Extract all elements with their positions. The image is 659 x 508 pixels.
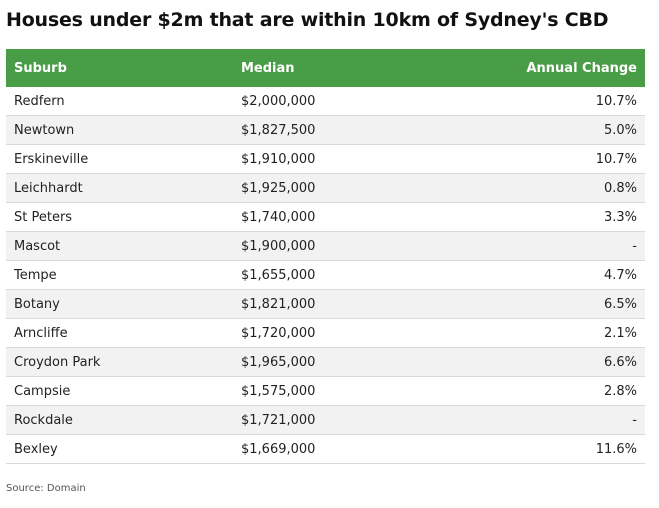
cell-suburb: Newtown	[6, 115, 233, 145]
cell-median: $1,720,000	[233, 318, 453, 348]
cell-annual-change: 6.5%	[453, 289, 645, 319]
table-row: Mascot $1,900,000 -	[6, 231, 645, 261]
table-row: Leichhardt $1,925,000 0.8%	[6, 173, 645, 203]
suburb-price-table: Suburb Median Annual Change Redfern $2,0…	[6, 49, 645, 464]
cell-annual-change: 10.7%	[453, 87, 645, 116]
cell-suburb: Mascot	[6, 231, 233, 261]
cell-annual-change: 3.3%	[453, 202, 645, 232]
header-median: Median	[233, 49, 453, 87]
cell-suburb: St Peters	[6, 202, 233, 232]
table-row: Newtown $1,827,500 5.0%	[6, 115, 645, 145]
cell-annual-change: -	[453, 405, 645, 435]
cell-median: $1,965,000	[233, 347, 453, 377]
cell-median: $1,910,000	[233, 144, 453, 174]
table-row: Croydon Park $1,965,000 6.6%	[6, 347, 645, 377]
cell-median: $1,821,000	[233, 289, 453, 319]
table-header-row: Suburb Median Annual Change	[6, 49, 645, 87]
cell-suburb: Campsie	[6, 376, 233, 406]
cell-suburb: Leichhardt	[6, 173, 233, 203]
cell-median: $1,740,000	[233, 202, 453, 232]
cell-median: $1,900,000	[233, 231, 453, 261]
cell-suburb: Erskineville	[6, 144, 233, 174]
cell-annual-change: 0.8%	[453, 173, 645, 203]
cell-annual-change: -	[453, 231, 645, 261]
cell-suburb: Botany	[6, 289, 233, 319]
table-header: Suburb Median Annual Change	[6, 49, 645, 87]
page-title: Houses under $2m that are within 10km of…	[6, 9, 609, 31]
cell-suburb: Tempe	[6, 260, 233, 290]
table-row: Tempe $1,655,000 4.7%	[6, 260, 645, 290]
table-row: St Peters $1,740,000 3.3%	[6, 202, 645, 232]
table-row: Campsie $1,575,000 2.8%	[6, 376, 645, 406]
cell-median: $1,925,000	[233, 173, 453, 203]
cell-median: $2,000,000	[233, 87, 453, 116]
header-annual-change: Annual Change	[453, 49, 645, 87]
cell-suburb: Croydon Park	[6, 347, 233, 377]
header-suburb: Suburb	[6, 49, 233, 87]
cell-median: $1,721,000	[233, 405, 453, 435]
cell-suburb: Arncliffe	[6, 318, 233, 348]
table-row: Redfern $2,000,000 10.7%	[6, 87, 645, 116]
table-row: Rockdale $1,721,000 -	[6, 405, 645, 435]
cell-median: $1,669,000	[233, 434, 453, 464]
cell-suburb: Bexley	[6, 434, 233, 464]
table-row: Erskineville $1,910,000 10.7%	[6, 144, 645, 174]
cell-annual-change: 2.1%	[453, 318, 645, 348]
cell-median: $1,575,000	[233, 376, 453, 406]
table-row: Botany $1,821,000 6.5%	[6, 289, 645, 319]
data-table-container: Suburb Median Annual Change Redfern $2,0…	[6, 49, 645, 464]
cell-suburb: Redfern	[6, 87, 233, 116]
cell-median: $1,655,000	[233, 260, 453, 290]
table-body: Redfern $2,000,000 10.7% Newtown $1,827,…	[6, 87, 645, 464]
source-note: Source: Domain	[6, 483, 86, 494]
cell-annual-change: 6.6%	[453, 347, 645, 377]
cell-annual-change: 4.7%	[453, 260, 645, 290]
table-row: Bexley $1,669,000 11.6%	[6, 434, 645, 464]
cell-annual-change: 2.8%	[453, 376, 645, 406]
cell-annual-change: 5.0%	[453, 115, 645, 145]
table-row: Arncliffe $1,720,000 2.1%	[6, 318, 645, 348]
cell-median: $1,827,500	[233, 115, 453, 145]
cell-annual-change: 10.7%	[453, 144, 645, 174]
cell-annual-change: 11.6%	[453, 434, 645, 464]
cell-suburb: Rockdale	[6, 405, 233, 435]
